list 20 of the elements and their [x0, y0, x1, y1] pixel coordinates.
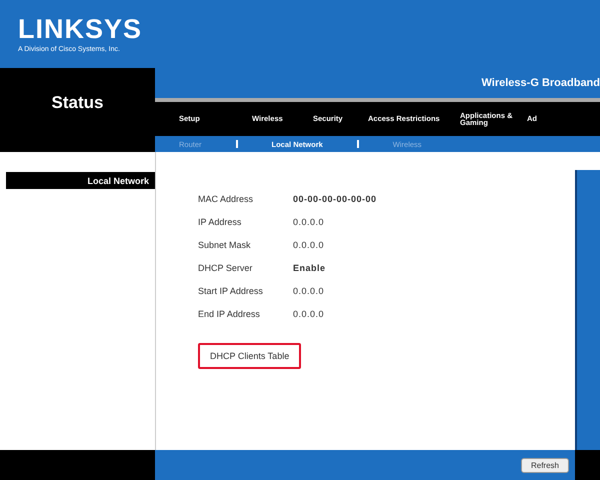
field-label: IP Address: [198, 216, 242, 226]
field-value: 00-00-00-00-00-00: [293, 194, 377, 204]
product-name: Wireless-G Broadband: [482, 77, 600, 89]
separator-bar: [236, 140, 238, 148]
section-title: Status: [52, 93, 104, 113]
field-label: MAC Address: [198, 194, 254, 204]
field-label: Subnet Mask: [198, 240, 252, 250]
field-value: Enable: [293, 262, 326, 272]
field-value: 0.0.0.0: [293, 240, 324, 250]
field-value: 0.0.0.0: [293, 308, 324, 318]
field-value: 0.0.0.0: [293, 286, 324, 296]
clients-table-button[interactable]: DHCP Clients Table: [198, 343, 302, 369]
separator-bar: [356, 140, 359, 148]
refresh-button[interactable]: Refresh: [520, 458, 569, 472]
sidebar-heading: Local Network: [87, 176, 149, 186]
field-label: End IP Address: [198, 308, 261, 318]
field-label: DHCP Server: [198, 262, 254, 272]
field-value: 0.0.0.0: [293, 216, 324, 226]
brand-logo: LINKSYS: [18, 16, 142, 42]
field-label: Start IP Address: [198, 286, 264, 296]
